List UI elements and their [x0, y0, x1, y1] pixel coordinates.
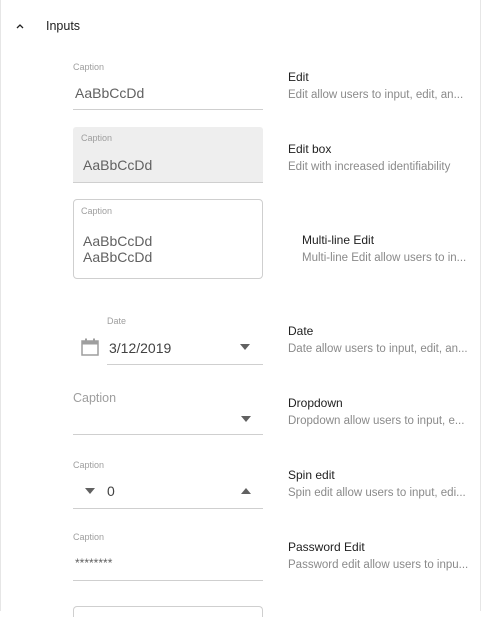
edit-underline: [73, 109, 263, 110]
inputs-group-header[interactable]: Inputs: [0, 14, 480, 40]
caret-down-icon[interactable]: [239, 343, 251, 351]
chevron-up-icon[interactable]: [13, 19, 27, 33]
desc-dropdown-title: Dropdown: [288, 396, 343, 410]
spin-underline: [73, 508, 263, 509]
edit-box-value[interactable]: AaBbCcDd: [83, 157, 152, 173]
desc-date-text: Date allow users to input, edit, an...: [288, 343, 468, 355]
desc-multiline-text: Multi-line Edit allow users to in...: [302, 252, 467, 264]
spin-value[interactable]: 0: [107, 483, 115, 499]
left-divider: [0, 0, 1, 611]
desc-password-title: Password Edit: [288, 540, 365, 554]
dropdown-underline: [73, 434, 263, 435]
multiline-caption: Caption: [81, 206, 113, 216]
desc-edit-box-title: Edit box: [288, 142, 332, 156]
desc-edit-box-text: Edit with increased identifiability: [288, 161, 451, 173]
dropdown-field[interactable]: Caption: [73, 390, 263, 436]
desc-dropdown-text: Dropdown allow users to input, e...: [288, 415, 465, 427]
edit-box-caption: Caption: [81, 133, 113, 143]
date-underline: [107, 364, 263, 365]
edit-box-field[interactable]: Caption AaBbCcDd: [73, 127, 263, 183]
multiline-line-2[interactable]: AaBbCcDd: [83, 249, 152, 265]
calendar-icon[interactable]: [80, 337, 100, 357]
group-title: Inputs: [46, 19, 81, 33]
desc-date-title: Date: [288, 324, 314, 338]
password-underline: [73, 580, 263, 581]
spin-caption: Caption: [73, 460, 105, 470]
password-caption: Caption: [73, 532, 105, 542]
caret-down-icon[interactable]: [240, 415, 252, 423]
edit-field[interactable]: Caption AaBbCcDd: [73, 60, 263, 112]
caret-down-icon[interactable]: [84, 487, 96, 495]
password-field[interactable]: Caption ********: [73, 530, 263, 582]
desc-edit-text: Edit allow users to input, edit, an...: [288, 89, 464, 101]
dropdown-placeholder: Caption: [73, 391, 117, 405]
next-field-partial[interactable]: [73, 606, 263, 617]
desc-password-text: Password edit allow users to inpu...: [288, 559, 469, 571]
date-value[interactable]: 3/12/2019: [109, 340, 171, 356]
caret-up-icon[interactable]: [240, 487, 252, 495]
desc-multiline-title: Multi-line Edit: [302, 233, 375, 247]
desc-spin-text: Spin edit allow users to input, edi...: [288, 487, 466, 499]
multiline-edit-field[interactable]: Caption AaBbCcDd AaBbCcDd: [73, 199, 263, 279]
edit-value[interactable]: AaBbCcDd: [75, 85, 144, 101]
spin-edit-field[interactable]: Caption 0: [73, 458, 263, 510]
right-divider: [480, 0, 481, 611]
edit-caption: Caption: [73, 62, 105, 72]
password-value[interactable]: ********: [75, 556, 112, 570]
multiline-line-1[interactable]: AaBbCcDd: [83, 233, 152, 249]
date-caption: Date: [107, 316, 127, 326]
desc-spin-title: Spin edit: [288, 468, 335, 482]
date-field[interactable]: Date 3/12/2019: [107, 314, 263, 366]
desc-edit-title: Edit: [288, 70, 309, 84]
